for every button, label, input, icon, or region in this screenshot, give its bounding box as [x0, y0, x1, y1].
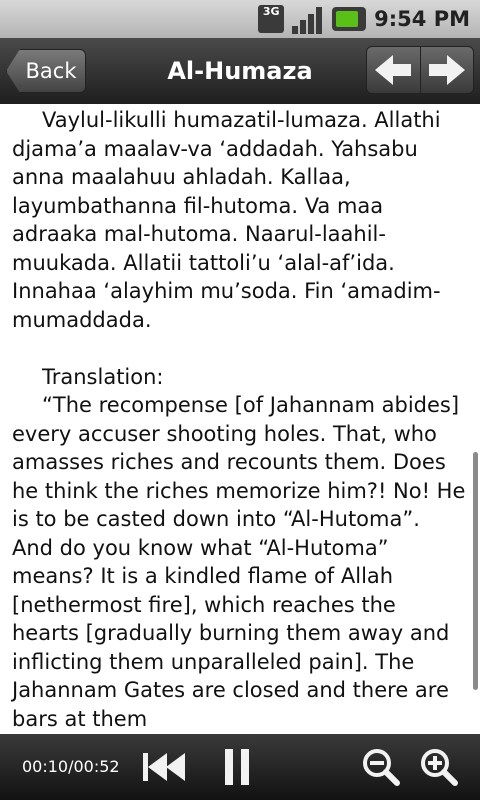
pause-icon [225, 749, 249, 785]
back-button[interactable]: Back [6, 49, 86, 93]
status-bar: 3G 9:54 PM [0, 0, 480, 38]
next-button[interactable] [419, 47, 473, 93]
signal-strength-icon [292, 4, 324, 34]
rewind-icon [143, 753, 185, 781]
translation-text: “The recompense [of Jahannam abides] eve… [12, 393, 466, 731]
scrollbar-thumb[interactable] [473, 452, 478, 690]
arrow-right-icon [428, 55, 465, 85]
network-label: 3G [262, 5, 280, 18]
battery-icon [332, 7, 367, 31]
rewind-button[interactable] [140, 744, 190, 790]
3g-data-icon: 3G [258, 5, 285, 33]
zoom-out-button[interactable] [356, 744, 406, 790]
zoom-in-icon [421, 749, 458, 786]
zoom-out-icon [363, 749, 400, 786]
audio-player-bar: 00:10/00:52 [0, 734, 480, 800]
page-title: Al-Humaza [167, 57, 313, 85]
arrow-left-icon [375, 55, 412, 85]
pause-button[interactable] [212, 744, 262, 790]
surah-text-view[interactable]: Vaylul-likulli humazatil-lumaza. Allathi… [0, 104, 480, 734]
previous-button[interactable] [367, 47, 420, 93]
playback-time: 00:10/00:52 [22, 757, 120, 776]
transliteration-text: Vaylul-likulli humazatil-lumaza. Allathi… [12, 108, 441, 332]
status-time: 9:54 PM [374, 7, 470, 31]
surah-text: Vaylul-likulli humazatil-lumaza. Allathi… [0, 104, 480, 733]
surah-navigation [366, 46, 474, 94]
translation-heading: Translation: [42, 364, 164, 389]
title-bar: Back Al-Humaza [0, 38, 480, 104]
zoom-in-button[interactable] [414, 744, 464, 790]
